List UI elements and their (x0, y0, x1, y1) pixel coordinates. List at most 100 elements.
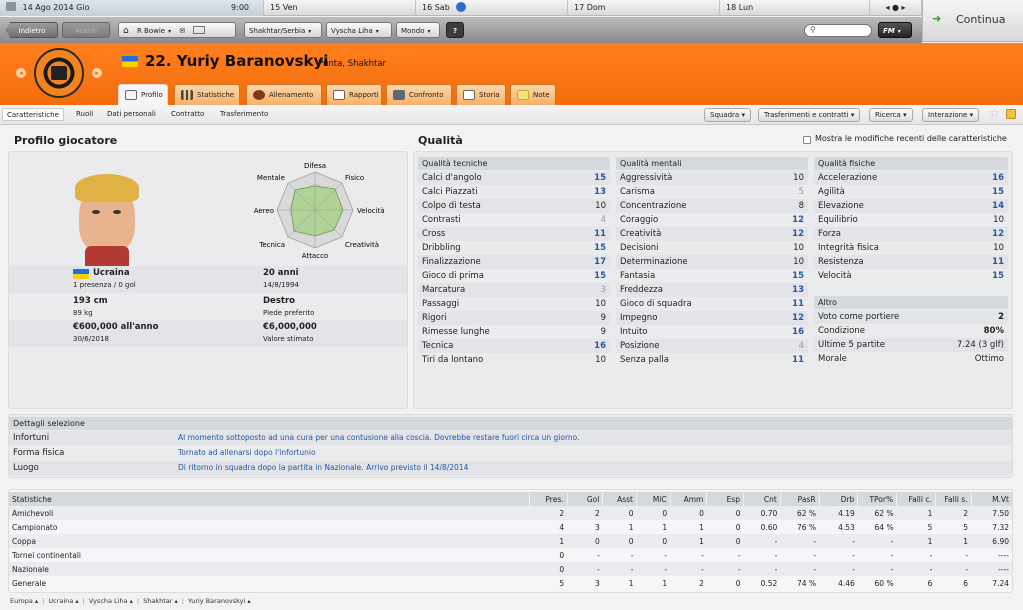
stats-column-header[interactable]: Gol (566, 492, 603, 506)
attribute-row[interactable]: Forza 12 (814, 227, 1008, 241)
attribute-row[interactable]: Senza palla 11 (616, 353, 808, 367)
stats-row[interactable]: Generale 5 3 1 1 2 0 0.52 74 % 4.46 60 % 6 6 7.24 (9, 576, 1012, 590)
subtab-dati-personali[interactable]: Dati personali (103, 108, 160, 121)
attribute-row[interactable]: Accelerazione 16 (814, 171, 1008, 185)
detail-text[interactable]: Di ritorno in squadra dopo la partita in… (178, 461, 468, 475)
stats-column-header[interactable]: PasR (779, 492, 820, 506)
continue-button[interactable]: ➜ Continua (922, 0, 1023, 42)
attribute-row[interactable]: Fantasia 15 (616, 269, 808, 283)
attribute-row[interactable]: Rimesse lunghe 9 (418, 325, 610, 339)
recent-changes-checkbox[interactable] (803, 136, 811, 144)
attribute-row[interactable]: Equilibrio 10 (814, 213, 1008, 227)
world-menu[interactable]: Mondo ▾ (396, 22, 440, 38)
stats-column-header[interactable]: Statistiche (9, 492, 530, 506)
club-menu[interactable]: Shakhtar/Serbia ▾ (244, 22, 322, 38)
tab-confronto[interactable]: Confronto (386, 84, 452, 105)
nationality[interactable]: Ucraina (93, 268, 130, 278)
search-input[interactable]: ⚲ (804, 24, 872, 37)
attribute-row[interactable]: Calci d'angolo 15 (418, 171, 610, 185)
attribute-row[interactable]: Creatività 12 (616, 227, 808, 241)
fm-menu[interactable]: FM ▾ (878, 22, 912, 38)
tab-statistiche[interactable]: Statistiche (174, 84, 240, 105)
attribute-row[interactable]: Condizione 80% (814, 324, 1008, 338)
tab-storia[interactable]: Storia (456, 84, 506, 105)
attribute-row[interactable]: Integrità fisica 10 (814, 241, 1008, 255)
stats-column-header[interactable]: Amm (669, 492, 707, 506)
subtab-ruoli[interactable]: Ruoli (72, 108, 97, 121)
attribute-row[interactable]: Tecnica 16 (418, 339, 610, 353)
transfers-dropdown[interactable]: Trasferimenti e contratti ▾ (758, 108, 861, 122)
shortlist-icon[interactable] (1006, 109, 1016, 119)
tab-rapporti[interactable]: Rapporti (326, 84, 382, 105)
stats-column-header[interactable]: Esp (706, 492, 744, 506)
tab-profilo[interactable]: Profilo (118, 84, 168, 105)
attribute-row[interactable]: Coraggio 12 (616, 213, 808, 227)
attribute-row[interactable]: Impegno 12 (616, 311, 808, 325)
stats-row[interactable]: Nazionale 0- - - - - - - - - - - ---- (9, 562, 1012, 576)
attribute-row[interactable]: Velocità 15 (814, 269, 1008, 283)
attribute-row[interactable]: Morale Ottimo (814, 352, 1008, 366)
breadcrumb-item[interactable]: Europa ▴ (10, 597, 38, 605)
attribute-row[interactable]: Gioco di squadra 11 (616, 297, 808, 311)
attribute-row[interactable]: Passaggi 10 (418, 297, 610, 311)
attribute-row[interactable]: Aggressività 10 (616, 171, 808, 185)
league-menu[interactable]: Vyscha Liha ▾ (326, 22, 392, 38)
attribute-row[interactable]: Freddezza 13 (616, 283, 808, 297)
ricerca-dropdown[interactable]: Ricerca ▾ (869, 108, 913, 122)
calendar-scroll[interactable]: ◂ ● ▸ (870, 0, 922, 16)
squadra-dropdown[interactable]: Squadra ▾ (704, 108, 751, 122)
attribute-row[interactable]: Elevazione 14 (814, 199, 1008, 213)
help-button[interactable]: ? (446, 22, 464, 38)
back-button[interactable]: Indietro (6, 22, 58, 38)
breadcrumb-item[interactable]: Shakhtar ▴ (143, 597, 178, 605)
attribute-row[interactable]: Intuito 16 (616, 325, 808, 339)
news-icon[interactable] (193, 26, 206, 34)
calendar-day[interactable]: 15 Ven (264, 0, 416, 16)
club-badge[interactable] (34, 48, 84, 98)
interazione-dropdown[interactable]: Interazione ▾ (922, 108, 980, 122)
stats-row[interactable]: Amichevoli 2 2 0 0 0 0 0.70 62 % 4.19 62 % 1 2 7.50 (9, 506, 1012, 520)
attribute-row[interactable]: Posizione 4 (616, 339, 808, 353)
stats-column-header[interactable]: Falli c. (896, 492, 936, 506)
breadcrumb-item[interactable]: Ucraina ▴ (48, 597, 78, 605)
attribute-row[interactable]: Marcatura 3 (418, 283, 610, 297)
attribute-row[interactable]: Resistenza 11 (814, 255, 1008, 269)
attribute-row[interactable]: Contrasti 4 (418, 213, 610, 227)
calendar-day[interactable]: 17 Dom (568, 0, 720, 16)
calendar-today[interactable]: 14 Ago 2014 Gio 9:00 (0, 0, 264, 16)
breadcrumb-item[interactable]: Yuriy Baranovskyi ▴ (188, 597, 251, 605)
stats-column-header[interactable]: Falli s. (934, 492, 972, 506)
attribute-row[interactable]: Decisioni 10 (616, 241, 808, 255)
stats-column-header[interactable]: Drb (818, 492, 858, 506)
breadcrumb-item[interactable]: Vyscha Liha ▴ (89, 597, 133, 605)
attribute-row[interactable]: Finalizzazione 17 (418, 255, 610, 269)
attribute-row[interactable]: Dribbling 15 (418, 241, 610, 255)
stats-column-header[interactable]: Cnt (743, 492, 781, 506)
attribute-row[interactable]: Gioco di prima 15 (418, 269, 610, 283)
star-icon[interactable]: ☆ (989, 106, 1000, 120)
stats-column-header[interactable]: M.Vt (970, 492, 1012, 506)
attribute-row[interactable]: Calci Piazzati 13 (418, 185, 610, 199)
subtab-caratteristiche[interactable]: Caratteristiche (2, 108, 64, 121)
tab-allenamento[interactable]: Allenamento (246, 84, 322, 105)
calendar-day[interactable]: 16 Sab (416, 0, 568, 16)
calendar-day[interactable]: 18 Lun (720, 0, 870, 16)
attribute-row[interactable]: Colpo di testa 10 (418, 199, 610, 213)
attribute-row[interactable]: Carisma 5 (616, 185, 808, 199)
next-player-icon[interactable]: ▸ (92, 68, 102, 78)
stats-row[interactable]: Campionato 4 3 1 1 1 0 0.60 76 % 4.53 64 % 5 5 7.32 (9, 520, 1012, 534)
stats-column-header[interactable]: Asst (602, 492, 637, 506)
next-icon[interactable]: ▸ (902, 3, 906, 12)
attribute-row[interactable]: Ultime 5 partite 7.24 (3 glf) (814, 338, 1008, 352)
tab-note[interactable]: Note (510, 84, 556, 105)
stats-column-header[interactable]: TPor% (857, 492, 897, 506)
attribute-row[interactable]: Tiri da lontano 10 (418, 353, 610, 367)
attribute-row[interactable]: Concentrazione 8 (616, 199, 808, 213)
attribute-row[interactable]: Cross 11 (418, 227, 610, 241)
attribute-row[interactable]: Determinazione 10 (616, 255, 808, 269)
mail-icon[interactable]: ✉ (179, 27, 185, 35)
forward-button[interactable]: Avanti (62, 22, 110, 38)
detail-text[interactable]: Tornato ad allenarsi dopo l'infortunio (178, 446, 316, 460)
previous-player-icon[interactable]: ◂ (16, 68, 26, 78)
attribute-row[interactable]: Voto come portiere 2 (814, 310, 1008, 324)
